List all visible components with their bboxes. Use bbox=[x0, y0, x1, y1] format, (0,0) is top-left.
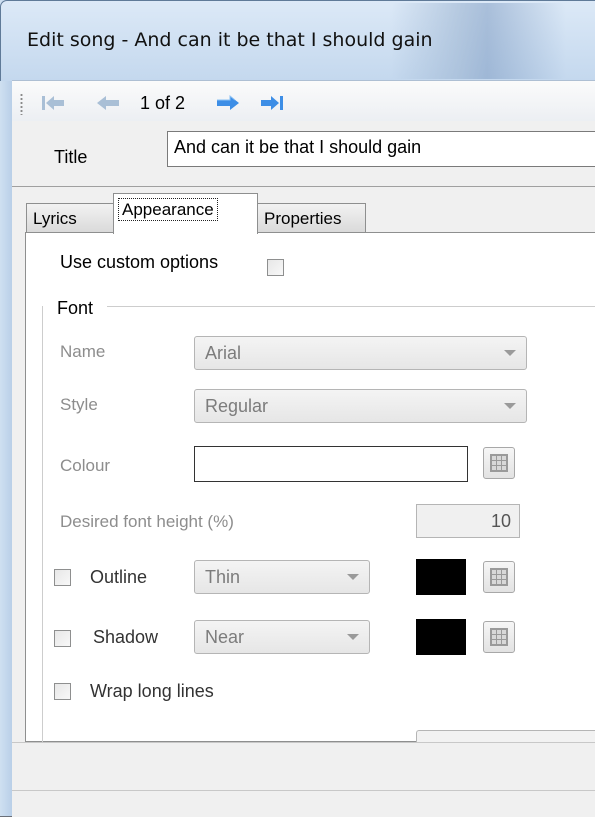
font-name-label: Name bbox=[60, 342, 106, 361]
chevron-down-icon bbox=[504, 403, 516, 409]
status-bar bbox=[12, 742, 595, 817]
outline-colour-picker-button[interactable] bbox=[483, 561, 515, 593]
page-indicator: 1 of 2 bbox=[140, 93, 186, 113]
shadow-value: Near bbox=[205, 627, 245, 647]
next-record-button[interactable] bbox=[213, 92, 243, 114]
outline-label: Outline bbox=[90, 567, 148, 587]
first-record-button[interactable] bbox=[38, 92, 68, 114]
chevron-down-icon bbox=[504, 350, 516, 356]
font-colour-label: Colour bbox=[60, 456, 111, 475]
font-style-label: Style bbox=[60, 395, 98, 414]
window-title: Edit song - And can it be that I should … bbox=[27, 29, 433, 51]
outline-value: Thin bbox=[205, 567, 241, 587]
font-height-label: Desired font height (%) bbox=[60, 512, 234, 531]
title-label: Title bbox=[54, 147, 88, 167]
previous-record-button[interactable] bbox=[93, 92, 123, 114]
next-arrow-icon bbox=[217, 94, 239, 110]
appearance-panel bbox=[25, 232, 595, 742]
tab-appearance[interactable]: Appearance bbox=[113, 193, 258, 234]
tab-lyrics[interactable]: Lyrics bbox=[26, 203, 114, 233]
wrap-long-lines-label: Wrap long lines bbox=[90, 681, 214, 701]
first-record-icon bbox=[42, 96, 64, 110]
font-style-select[interactable]: Regular bbox=[194, 389, 527, 423]
shadow-checkbox[interactable] bbox=[54, 630, 71, 647]
chevron-down-icon bbox=[347, 634, 359, 640]
tab-properties-label: Properties bbox=[264, 209, 342, 228]
font-name-value: Arial bbox=[205, 343, 242, 363]
font-name-select[interactable]: Arial bbox=[194, 336, 527, 370]
outline-colour-swatch[interactable] bbox=[416, 559, 466, 595]
window-frame bbox=[0, 0, 12, 816]
status-bar-divider bbox=[12, 790, 595, 791]
color-grid-icon bbox=[490, 568, 508, 586]
previous-arrow-icon bbox=[97, 96, 119, 110]
tab-lyrics-label: Lyrics bbox=[33, 209, 77, 228]
outline-checkbox[interactable] bbox=[54, 569, 71, 586]
font-height-input[interactable]: 10 bbox=[416, 504, 520, 538]
shadow-label: Shadow bbox=[93, 627, 159, 647]
shadow-colour-picker-button[interactable] bbox=[483, 621, 515, 653]
font-group-label: Font bbox=[55, 298, 96, 319]
font-style-value: Regular bbox=[205, 396, 269, 416]
title-input[interactable]: And can it be that I should gain bbox=[167, 131, 595, 167]
color-grid-icon bbox=[490, 454, 508, 472]
font-colour-swatch[interactable] bbox=[194, 446, 468, 482]
font-colour-picker-button[interactable] bbox=[483, 447, 515, 479]
edit-song-window: Edit song - And can it be that I should … bbox=[0, 0, 595, 817]
header-separator bbox=[12, 186, 595, 187]
outline-select[interactable]: Thin bbox=[194, 560, 370, 594]
tab-appearance-label: Appearance bbox=[118, 198, 218, 221]
font-group-border-left bbox=[42, 306, 43, 746]
toolbar-grip[interactable] bbox=[20, 93, 23, 115]
use-custom-options-checkbox[interactable] bbox=[267, 259, 284, 276]
tab-properties[interactable]: Properties bbox=[257, 203, 366, 233]
font-group-border bbox=[107, 306, 595, 307]
wrap-long-lines-checkbox[interactable] bbox=[54, 683, 71, 700]
shadow-colour-swatch[interactable] bbox=[416, 619, 466, 655]
title-bar[interactable]: Edit song - And can it be that I should … bbox=[0, 0, 595, 81]
use-custom-options-label: Use custom options bbox=[60, 252, 219, 272]
shadow-select[interactable]: Near bbox=[194, 620, 370, 654]
chevron-down-icon bbox=[347, 574, 359, 580]
last-record-icon bbox=[261, 96, 283, 110]
color-grid-icon bbox=[490, 628, 508, 646]
last-record-button[interactable] bbox=[257, 92, 287, 114]
